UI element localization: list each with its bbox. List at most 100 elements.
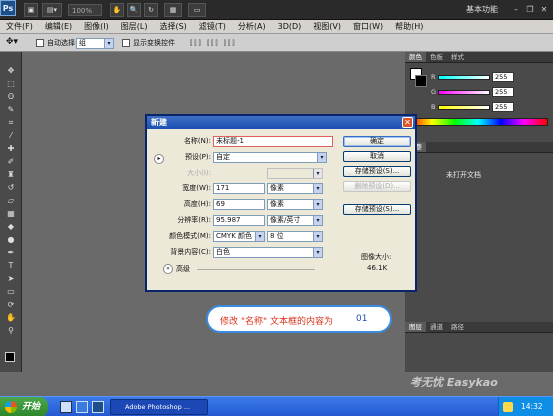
show-desktop-icon[interactable] <box>60 401 72 413</box>
menu-view[interactable]: 视图(V) <box>307 20 347 33</box>
name-label: 名称(N): <box>183 137 211 145</box>
r-value-field[interactable]: 255 <box>492 72 514 82</box>
gradient-tool-icon[interactable]: ▦ <box>4 209 18 219</box>
hand-tool-icon[interactable]: ✋ <box>110 3 124 17</box>
ok-button[interactable]: 确定 <box>343 136 411 147</box>
image-size-value: 46.1K <box>367 264 388 272</box>
chevron-down-icon: ▾ <box>313 169 322 178</box>
bit-depth-dropdown[interactable]: 8 位 ▾ <box>267 231 323 242</box>
eyedropper-tool-icon[interactable]: ⁄ <box>4 131 18 141</box>
menu-help[interactable]: 帮助(H) <box>389 20 429 33</box>
menu-analysis[interactable]: 分析(A) <box>232 20 272 33</box>
color-mode-dropdown[interactable]: CMYK 颜色 ▾ <box>213 231 265 242</box>
restore-icon[interactable]: ❐ <box>524 4 536 15</box>
minimize-icon[interactable]: – <box>510 4 522 15</box>
height-unit-dropdown[interactable]: 像素 ▾ <box>267 199 323 210</box>
dodge-tool-icon[interactable]: ● <box>4 235 18 245</box>
background-label: 背景内容(C): <box>170 248 211 256</box>
menu-edit[interactable]: 编辑(E) <box>39 20 78 33</box>
menu-filter[interactable]: 滤镜(T) <box>193 20 232 33</box>
hand-tool-icon[interactable]: ✋ <box>4 313 18 323</box>
name-input[interactable]: 未标题-1 <box>213 136 333 147</box>
width-input[interactable]: 171 <box>213 183 265 194</box>
tab-styles[interactable]: 样式 <box>447 52 468 62</box>
3d-rotate-tool-icon[interactable]: ⟳ <box>4 300 18 310</box>
save-preset-button[interactable]: 存储预设(S)... <box>343 166 411 177</box>
r-channel-slider[interactable] <box>438 75 490 80</box>
zoom-tool-icon[interactable]: 🔍 <box>127 3 141 17</box>
lasso-tool-icon[interactable]: ʘ <box>4 92 18 102</box>
align-icons[interactable]: ⫿⫿⫿ ⫿⫿⫿ ⫿⫿⫿ <box>190 38 237 48</box>
close-icon[interactable]: ✕ <box>402 117 413 128</box>
shape-tool-icon[interactable]: ▭ <box>4 287 18 297</box>
bridge-icon[interactable]: ▣ <box>24 3 38 17</box>
width-unit-dropdown[interactable]: 像素 ▾ <box>267 183 323 194</box>
stamp-tool-icon[interactable]: ♜ <box>4 170 18 180</box>
blur-tool-icon[interactable]: ◆ <box>4 222 18 232</box>
menu-window[interactable]: 窗口(W) <box>347 20 389 33</box>
speaker-icon[interactable] <box>503 402 513 412</box>
color-panel-tabs: 颜色 色板 样式 <box>405 52 553 63</box>
show-transform-checkbox[interactable] <box>122 39 130 47</box>
advanced-expand-icon[interactable]: » <box>163 264 173 274</box>
rotate-view-icon[interactable]: ↻ <box>144 3 158 17</box>
preset-dropdown[interactable]: 自定 ▾ <box>213 152 327 163</box>
menu-select[interactable]: 选择(S) <box>153 20 192 33</box>
type-tool-icon[interactable]: T <box>4 261 18 271</box>
screen-mode-icon[interactable]: ▭ <box>188 3 206 17</box>
device-central-button[interactable]: 存储预设(S)... <box>343 204 411 215</box>
width-unit-value: 像素 <box>270 184 284 192</box>
photoshop-quicklaunch-icon[interactable] <box>92 401 104 413</box>
b-value-field[interactable]: 255 <box>492 102 514 112</box>
foreground-color-swatch[interactable] <box>5 352 15 362</box>
menu-image[interactable]: 图像(I) <box>78 20 115 33</box>
pen-tool-icon[interactable]: ✒ <box>4 248 18 258</box>
quick-select-tool-icon[interactable]: ✎ <box>4 105 18 115</box>
auto-select-checkbox[interactable] <box>36 39 44 47</box>
zoom-tool-icon[interactable]: ⚲ <box>4 326 18 336</box>
resolution-input[interactable]: 95.987 <box>213 215 265 226</box>
move-tool-icon[interactable]: ✥▾ <box>6 37 18 47</box>
tab-layers[interactable]: 图层 <box>405 322 426 332</box>
cancel-button[interactable]: 取消 <box>343 151 411 162</box>
healing-tool-icon[interactable]: ✚ <box>4 144 18 154</box>
chevron-down-icon: ▾ <box>313 200 322 209</box>
delete-preset-button[interactable]: 删除预设(D)... <box>343 181 411 192</box>
instruction-callout: 修改 "名称" 文本框的内容为 01 <box>206 305 392 333</box>
chevron-down-icon: ▾ <box>317 153 326 162</box>
move-tool-icon[interactable]: ✥ <box>4 66 18 76</box>
resolution-unit-dropdown[interactable]: 像素/英寸 ▾ <box>267 215 323 226</box>
path-select-tool-icon[interactable]: ➤ <box>4 274 18 284</box>
menu-layer[interactable]: 图层(L) <box>115 20 154 33</box>
watermark-logo: 考无忧 Easykao <box>410 376 498 389</box>
background-color-chip[interactable] <box>415 75 427 87</box>
tab-color[interactable]: 颜色 <box>405 52 426 62</box>
menu-3d[interactable]: 3D(D) <box>272 20 308 33</box>
close-icon[interactable]: ✕ <box>538 4 550 15</box>
auto-select-dropdown[interactable]: 组 ▾ <box>76 38 114 49</box>
photoshop-task-button[interactable]: Adobe Photoshop ... <box>110 399 208 415</box>
history-brush-tool-icon[interactable]: ↺ <box>4 183 18 193</box>
brush-tool-icon[interactable]: ✐ <box>4 157 18 167</box>
auto-select-label: 自动选择: <box>47 39 78 47</box>
marquee-tool-icon[interactable]: ⬚ <box>4 79 18 89</box>
zoom-level[interactable]: 100% <box>68 4 102 16</box>
height-input[interactable]: 69 <box>213 199 265 210</box>
ie-icon[interactable] <box>76 401 88 413</box>
crop-tool-icon[interactable]: ⌗ <box>4 118 18 128</box>
view-extras-icon[interactable]: ▤▾ <box>42 3 62 17</box>
b-channel-slider[interactable] <box>438 105 490 110</box>
background-dropdown[interactable]: 白色 ▾ <box>213 247 323 258</box>
eraser-tool-icon[interactable]: ▱ <box>4 196 18 206</box>
menu-file[interactable]: 文件(F) <box>0 20 39 33</box>
g-channel-slider[interactable] <box>438 90 490 95</box>
g-value-field[interactable]: 255 <box>492 87 514 97</box>
tab-paths[interactable]: 路径 <box>447 322 468 332</box>
tab-channels[interactable]: 通道 <box>426 322 447 332</box>
advanced-label: 高级 <box>176 265 190 273</box>
arrange-documents-icon[interactable]: ▦ <box>164 3 182 17</box>
workspace-switcher[interactable]: 基本功能 <box>466 4 498 15</box>
start-button[interactable]: 开始 <box>0 397 48 416</box>
color-spectrum-bar[interactable] <box>408 118 548 126</box>
tab-swatches[interactable]: 色板 <box>426 52 447 62</box>
